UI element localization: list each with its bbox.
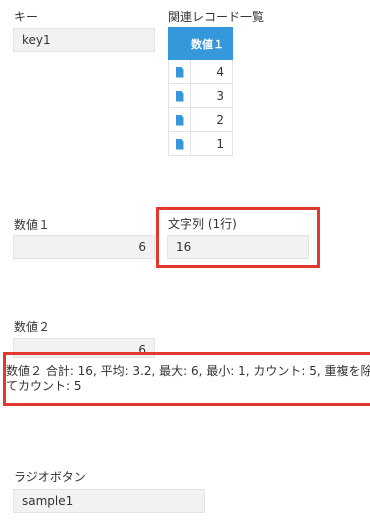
summary-highlight [3,352,370,406]
number1-label: 数値１ [14,218,51,232]
radio-value-field[interactable]: sample1 [13,489,205,513]
related-record-open-cell[interactable] [168,131,191,156]
related-record-open-cell[interactable] [168,107,191,132]
related-record-row[interactable]: 1 [168,131,233,156]
related-record-value: 1 [190,131,233,156]
document-icon[interactable] [175,138,184,150]
document-icon[interactable] [175,90,184,102]
related-records-icon-header [168,27,191,60]
string-value-field[interactable]: 16 [167,235,309,259]
string-label: 文字列 (1行) [168,217,237,231]
related-record-open-cell[interactable] [168,59,191,84]
number1-value-field[interactable]: 6 [13,235,155,259]
related-record-row[interactable]: 3 [168,83,233,108]
related-records-table: 数値１ 4321 [168,27,233,156]
related-records-column-header[interactable]: 数値１ [190,27,233,60]
related-record-value: 4 [190,59,233,84]
record-detail-page: キー key1 関連レコード一覧 数値１ 4321 数値１ 6 文字列 (1行)… [0,0,370,532]
related-record-value: 2 [190,107,233,132]
document-icon[interactable] [175,114,184,126]
related-record-row[interactable]: 2 [168,107,233,132]
key-label: キー [14,10,39,24]
radio-label: ラジオボタン [14,470,86,484]
document-icon[interactable] [175,66,184,78]
related-record-value: 3 [190,83,233,108]
related-record-row[interactable]: 4 [168,59,233,84]
related-records-title: 関連レコード一覧 [168,10,265,24]
number2-label: 数値２ [14,320,51,334]
key-value-field[interactable]: key1 [13,28,155,52]
related-record-open-cell[interactable] [168,83,191,108]
